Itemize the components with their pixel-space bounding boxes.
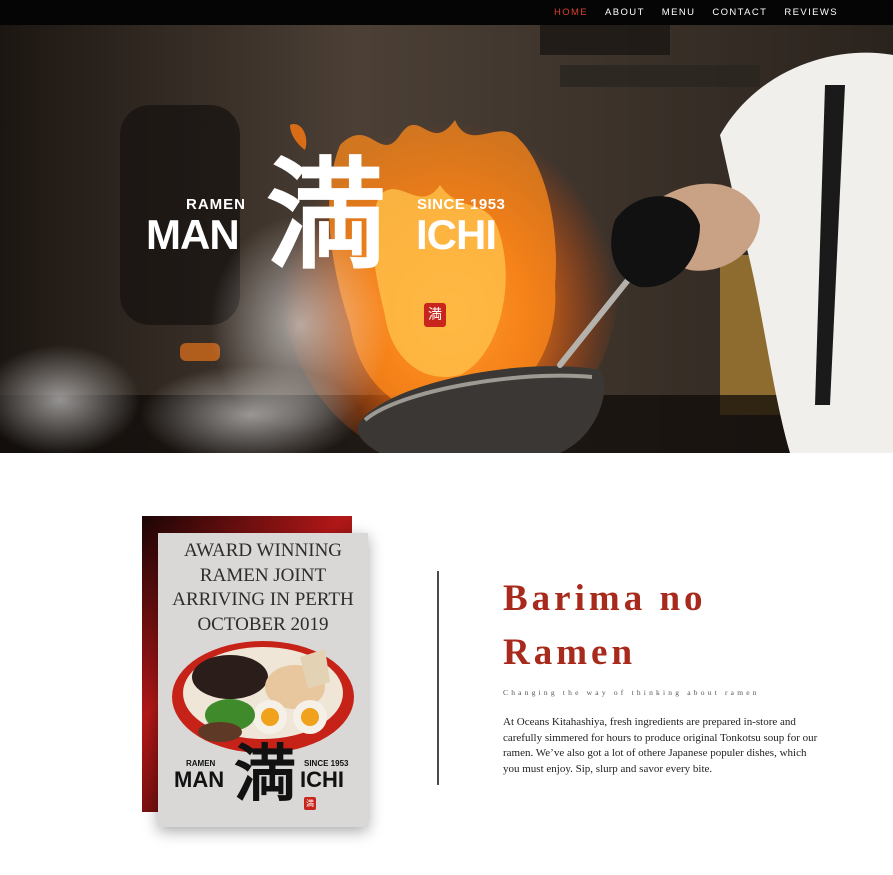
poster-logo-kanji: 満 [234,737,297,810]
nav-about[interactable]: ABOUT [605,7,645,18]
vertical-divider [437,571,439,785]
poster-title: AWARD WINNING RAMEN JOINT ARRIVING IN PE… [158,539,368,637]
poster-title-line: OCTOBER 2019 [197,613,329,635]
nav-contact[interactable]: CONTACT [712,7,767,18]
poster-logo-man: MAN [174,767,225,792]
logo-man-text: MAN [146,211,240,258]
logo-ichi-text: ICHI [416,211,497,258]
nav-home[interactable]: HOME [554,7,588,18]
top-navigation-bar: HOME ABOUT MENU CONTACT REVIEWS [0,0,893,25]
section-tagline: Changing the way of thinking about ramen [503,688,760,697]
poster-logo: RAMEN SINCE 1953 MAN 満 ICHI 満 [174,743,354,825]
poster-title-line: RAMEN JOINT [199,564,327,586]
main-nav: HOME ABOUT MENU CONTACT REVIEWS [537,0,838,25]
promo-poster: AWARD WINNING RAMEN JOINT ARRIVING IN PE… [142,516,372,836]
hero-banner: RAMEN SINCE 1953 MAN 満 ICHI 満 [0,25,893,453]
section-headline: Barima no Ramen [503,578,707,673]
poster-title-line: AWARD WINNING [183,540,343,561]
nav-reviews[interactable]: REVIEWS [784,7,838,18]
nav-menu[interactable]: MENU [662,7,696,18]
section-body-text: At Oceans Kitahashiya, fresh ingredients… [503,716,818,775]
poster-logo-ichi: ICHI [300,767,344,792]
logo-kanji: 満 [266,147,386,286]
poster-title-line: ARRIVING IN PERTH [172,589,354,610]
poster-logo-seal: 満 [304,797,316,810]
poster-card: AWARD WINNING RAMEN JOINT ARRIVING IN PE… [158,533,368,827]
logo-seal-stamp: 満 [424,303,446,327]
restaurant-logo: RAMEN SINCE 1953 MAN 満 ICHI 満 [140,157,540,327]
